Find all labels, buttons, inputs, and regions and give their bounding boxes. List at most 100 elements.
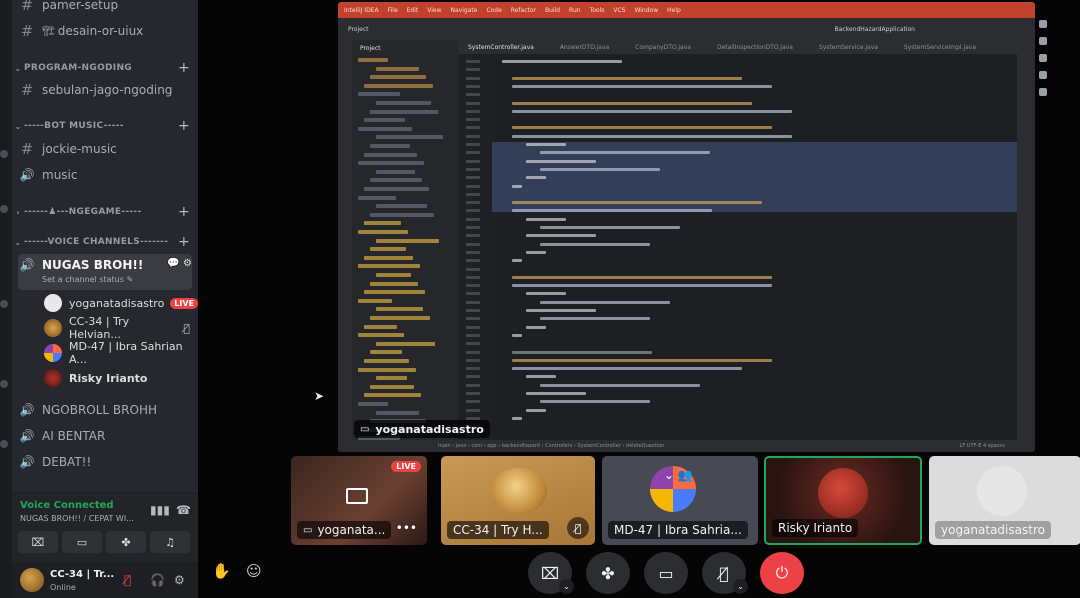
tree-entry [376,273,411,277]
server-icon[interactable] [0,150,8,158]
tree-entry [370,75,426,80]
category-program-ngoding[interactable]: ⌄ PROGRAM-NGODING + [12,60,190,76]
channel-jockie-music[interactable]: # jockie-music [18,138,192,160]
line-number [466,143,480,146]
channel-status-placeholder[interactable]: Set a channel status ✎ [42,275,133,284]
participant-tile[interactable]: yoganatadisastro [929,456,1080,545]
code-line [526,325,546,329]
share-screen-button[interactable]: ▭ [62,531,102,553]
code-line [526,234,596,238]
participant-tile-speaking[interactable]: Risky Irianto [764,456,922,545]
tree-entry [364,324,397,329]
server-icon[interactable] [0,300,8,308]
tree-entry [370,144,410,148]
participant-tile[interactable]: CC-34 | Try H... 🎙̸ [441,456,595,545]
ide-right-toolbar [1017,40,1035,440]
ide-tab: AnswerDTO.java [559,43,610,51]
avatar[interactable] [20,568,44,592]
gift-icon[interactable]: ✋ [212,562,231,580]
mic-muted-icon[interactable]: 🎙̸ [124,573,131,587]
more-options-icon[interactable]: ••• [396,521,417,535]
channel-pamer-setup[interactable]: # pamer-setup [18,0,192,16]
server-icon[interactable] [0,440,8,448]
add-channel-icon[interactable]: + [178,60,190,76]
speaker-icon: 🔊 [19,455,35,469]
participant-tile[interactable]: ⌄ 👥 MD-47 | Ibra Sahria... [602,456,758,545]
add-channel-icon[interactable]: + [178,204,190,220]
avatar [44,344,62,362]
code-line [512,184,522,188]
headset-icon[interactable]: 🎧 [150,573,165,587]
code-line [540,226,680,229]
voice-member[interactable]: Risky Irianto [44,368,190,388]
chevron-down-icon[interactable]: ⌄ [559,579,574,594]
gear-icon[interactable]: ⚙ [174,573,185,587]
line-number [466,184,480,188]
line-number [466,126,480,130]
member-name: CC-34 | Try Helvian... [69,315,130,341]
participant-tile-stream[interactable]: LIVE ▭ yoganata... ••• [291,456,427,545]
voice-member[interactable]: MD-47 | Ibra Sahrian A... [44,340,190,366]
activities-button[interactable]: ✤ [586,552,630,594]
voice-member[interactable]: CC-34 | Try Helvian... 🎙̸ [44,315,190,341]
chevron-down-icon[interactable]: ⌄ [733,579,748,594]
channel-sebulan-jago-ngoding[interactable]: # sebulan-jago-ngoding [18,79,192,101]
code-line [512,350,652,354]
member-name: MD-47 | Ibra Sahrian A... [69,340,183,366]
shared-screen-stream[interactable]: IntelliJ IDEA File Edit View Navigate Code Ref… [338,2,1035,452]
line-number [466,217,480,221]
avatar [977,466,1027,516]
code-line [512,76,742,80]
category-ngegame[interactable]: › ------♟---NGEGAME----- + [12,204,190,220]
add-channel-icon[interactable]: + [178,234,190,250]
voice-channel-ai-bentar[interactable]: 🔊 AI BENTAR [18,425,192,447]
channel-label: sebulan-jago-ngoding [42,83,173,97]
video-toggle-button[interactable]: ⌧ [18,531,58,553]
soundboard-button[interactable]: ♫ [150,531,190,553]
avatar [818,468,868,518]
end-call-button[interactable]: ⏻ [760,552,804,594]
server-icon[interactable] [0,205,8,213]
line-number [466,333,480,337]
tree-entry [364,152,417,157]
add-channel-icon[interactable]: + [178,118,190,134]
code-line [526,217,566,221]
signal-icon[interactable]: ▮▮▮ [150,503,170,517]
line-number [466,201,480,205]
toolbar-icon[interactable] [1039,88,1047,96]
channel-music[interactable]: 🔊 music [18,164,192,186]
ide-menu-item: Help [667,6,681,14]
category-voice-channels[interactable]: ⌄ ------VOICE CHANNELS------- + [12,234,190,250]
channel-actions-icons[interactable]: 💬 ⚙ [167,258,192,269]
activities-icon: ✤ [121,535,131,549]
toolbar-icon[interactable] [1039,54,1047,62]
voice-member[interactable]: yoganatadisastro LIVE [44,293,198,313]
chevron-down-icon: ⌄ [14,237,22,247]
camera-toggle-button[interactable]: ⌧ ⌄ [528,552,574,594]
activities-button[interactable]: ✤ [106,531,146,553]
voice-channel-nugas-broh[interactable]: 🔊 NUGAS BROH!! 💬 ⚙ [18,254,192,290]
disconnect-icon[interactable]: ☎ [176,503,191,517]
mic-toggle-button[interactable]: 🎙̸ ⌄ [702,552,748,594]
voice-connected-channel[interactable]: NUGAS BROH!! / CEPAT WI... [20,514,134,523]
participant-name: ▭ yoganata... [297,521,392,539]
code-line [526,292,566,296]
chevron-down-icon[interactable]: ⌄ 👥 [664,468,693,482]
ide-project-label: Project [348,25,369,33]
tree-entry [370,109,438,114]
server-icon[interactable] [0,380,8,388]
ide-tab: SystemServiceImpl.java [903,43,977,51]
category-bot-music[interactable]: ⌄ -----BOT MUSIC----- + [12,118,190,134]
voice-channel-debat[interactable]: 🔊 DEBAT!! [18,451,192,473]
line-number [466,209,480,213]
live-badge: LIVE [170,297,198,309]
toolbar-icon[interactable] [1039,37,1047,45]
ide-menu-item: Edit [406,6,419,14]
screen-share-icon [346,488,368,504]
emoji-icon[interactable]: ☺ [246,562,262,580]
voice-channel-ngobroll-brohh[interactable]: 🔊 NGOBROLL BROHH [18,399,192,421]
channel-desain-or-uiux[interactable]: # 🏗 desain-or-uiux [18,20,192,42]
share-screen-button[interactable]: ▭ [644,552,688,594]
toolbar-icon[interactable] [1039,71,1047,79]
toolbar-icon[interactable] [1039,20,1047,28]
